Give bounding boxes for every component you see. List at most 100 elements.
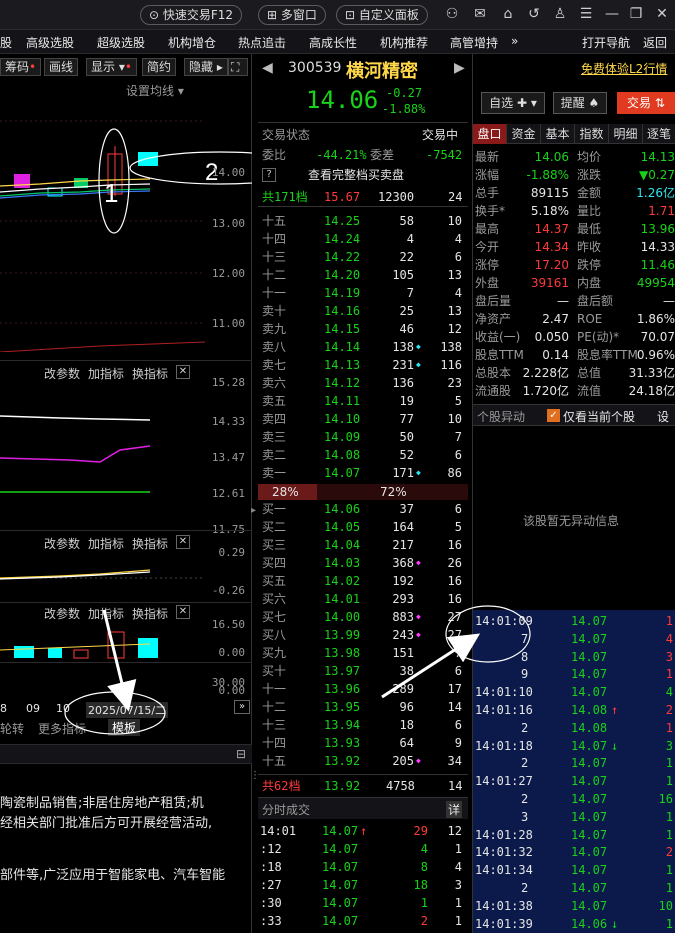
menu-icon[interactable]: ☰ — [578, 6, 594, 22]
close-icon[interactable]: ✕ — [654, 6, 670, 22]
help-icon[interactable]: ? — [262, 168, 276, 182]
edit-params-button[interactable]: 改参数 — [44, 605, 80, 622]
next-stock-icon[interactable]: ▶ — [454, 60, 465, 76]
order-level-row[interactable]: 买九 13.98 151 7 — [258, 644, 468, 662]
order-level-row[interactable]: 买七 14.00 883 ◆ 27 — [258, 608, 468, 626]
order-level-row[interactable]: 卖七 14.13 231 ◆ 116 — [258, 356, 468, 374]
order-level-row[interactable]: 十二 13.95 96 14 — [258, 698, 468, 716]
restore-icon[interactable]: ❐ — [628, 6, 644, 22]
order-level-row[interactable]: 卖二 14.08 52 6 — [258, 446, 468, 464]
minimize-icon[interactable]: — — [604, 6, 620, 22]
open-nav-link[interactable]: 打开导航 — [582, 34, 630, 51]
user-icon[interactable]: ⚇ — [444, 6, 460, 22]
order-level-row[interactable]: 卖五 14.11 19 5 — [258, 392, 468, 410]
order-level-row[interactable]: 买五 14.02 192 16 — [258, 572, 468, 590]
home-icon[interactable]: ⌂ — [500, 6, 516, 22]
sub-chart-2[interactable] — [0, 552, 205, 602]
prev-stock-icon[interactable]: ◀ — [262, 60, 273, 76]
order-level-row[interactable]: 十三 14.22 22 6 — [258, 248, 468, 266]
menu-item-exec-hold[interactable]: 高管增持 — [450, 34, 498, 51]
add-indicator-button[interactable]: 加指标 — [88, 535, 124, 552]
menu-item-hotspot[interactable]: 热点追击 — [238, 34, 286, 51]
menu-item-stock[interactable]: 股 — [0, 34, 12, 51]
order-level-row[interactable]: 卖十 14.16 25 13 — [258, 302, 468, 320]
refresh-icon[interactable]: ↺ — [526, 6, 542, 22]
order-level-row[interactable]: 卖三 14.09 50 7 — [258, 428, 468, 446]
watchlist-button[interactable]: 自选 ✚ ▾ — [481, 92, 545, 114]
add-indicator-button[interactable]: 加指标 — [88, 365, 124, 382]
tick-list[interactable]: 14:01:09 14.07 1 7 14.07 4 8 14.07 3 9 14.07 1 14:01… — [473, 610, 675, 933]
sub-chart-3[interactable] — [0, 622, 205, 662]
tab-pankou[interactable]: 盘口 — [473, 124, 507, 144]
tab-index[interactable]: 指数 — [575, 124, 609, 144]
free-l2-link[interactable]: 免费体验L2行情 — [581, 60, 667, 77]
order-level-row[interactable]: 买二 14.05 164 5 — [258, 518, 468, 536]
tab-basic[interactable]: 基本 — [541, 124, 575, 144]
order-level-row[interactable]: 买三 14.04 217 16 — [258, 536, 468, 554]
edit-params-button[interactable]: 改参数 — [44, 535, 80, 552]
menu-item-high-growth[interactable]: 高成长性 — [309, 34, 357, 51]
close-icon[interactable]: ✕ — [176, 535, 190, 549]
trade-button[interactable]: 交易 ⇅ — [617, 92, 675, 114]
order-level-row[interactable]: 卖六 14.12 136 23 — [258, 374, 468, 392]
menu-more-icon[interactable]: » — [511, 34, 518, 48]
tab-hide[interactable]: 隐藏 ▸ — [184, 58, 228, 76]
view-full-orderbook-link[interactable]: 查看完整档买卖盘 — [308, 166, 404, 184]
double-chevron-right-icon[interactable]: » — [234, 700, 250, 714]
order-level-row[interactable]: 买八 13.99 243 ◆ 27 — [258, 626, 468, 644]
switch-indicator-button[interactable]: 换指标 — [132, 605, 168, 622]
order-level-row[interactable]: 十三 13.94 18 6 — [258, 716, 468, 734]
menu-item-inst-recommend[interactable]: 机构推荐 — [380, 34, 428, 51]
back-link[interactable]: 返回 — [643, 34, 667, 51]
quick-trade-button[interactable]: ⊙ 快速交易F12 — [140, 5, 243, 25]
edit-params-button[interactable]: 改参数 — [44, 365, 80, 382]
order-level-row[interactable]: 卖四 14.10 77 10 — [258, 410, 468, 428]
tab-rotation[interactable]: 轮转 — [0, 720, 24, 737]
add-indicator-button[interactable]: 加指标 — [88, 605, 124, 622]
multi-window-button[interactable]: ⊞ 多窗口 — [258, 5, 326, 25]
view-full-row[interactable]: ? 查看完整档买卖盘 — [258, 166, 468, 184]
skin-icon[interactable]: ♙ — [552, 6, 568, 22]
order-level-row[interactable]: 卖九 14.15 46 12 — [258, 320, 468, 338]
order-level-row[interactable]: 卖八 14.14 138 ◆ 138 — [258, 338, 468, 356]
weicha-label: 委差 — [370, 148, 395, 162]
abnormal-settings-button[interactable]: 设 — [657, 408, 669, 425]
order-level-row[interactable]: 卖一 14.07 171 ◆ 86 — [258, 464, 468, 482]
order-level-row[interactable]: 十四 13.93 64 9 — [258, 734, 468, 752]
splitter-handle-icon[interactable]: ▸ — [251, 505, 256, 516]
order-level-row[interactable]: 十五 13.92 205 ◆ 34 — [258, 752, 468, 770]
sub-chart-1[interactable] — [0, 382, 205, 527]
collapse-icon[interactable]: ⊟ — [236, 747, 246, 761]
order-level-row[interactable]: 买十 13.97 38 6 — [258, 662, 468, 680]
fenshi-detail-button[interactable]: 详 — [446, 801, 463, 818]
only-current-checkbox[interactable]: ✓ — [547, 409, 560, 422]
tab-fund[interactable]: 资金 — [507, 124, 541, 144]
tab-chips[interactable]: 筹码• — [0, 58, 42, 76]
order-level-row[interactable]: 买四 14.03 368 ◆ 26 — [258, 554, 468, 572]
menu-item-advanced-select[interactable]: 高级选股 — [26, 34, 74, 51]
quote-label: 涨停 — [475, 258, 500, 272]
custom-panel-button[interactable]: ⊡ 自定义面板 — [336, 5, 428, 25]
menu-item-inst-increase[interactable]: 机构增仓 — [168, 34, 216, 51]
order-level-row[interactable]: 十五 14.25 58 10 — [258, 212, 468, 230]
tab-draw[interactable]: 画线 — [44, 58, 79, 76]
order-level-row[interactable]: 十一 13.96 289 17 — [258, 680, 468, 698]
tab-simple[interactable]: 简约 — [142, 58, 177, 76]
tab-tick[interactable]: 逐笔 — [643, 124, 675, 144]
close-icon[interactable]: ✕ — [176, 605, 190, 619]
order-level-row[interactable]: 买一 14.06 37 6 — [258, 500, 468, 518]
switch-indicator-button[interactable]: 换指标 — [132, 365, 168, 382]
switch-indicator-button[interactable]: 换指标 — [132, 535, 168, 552]
tab-detail[interactable]: 明细 — [609, 124, 643, 144]
close-icon[interactable]: ✕ — [176, 365, 190, 379]
tab-display[interactable]: 显示 ▾• — [86, 58, 137, 76]
order-level-row[interactable]: 十二 14.20 105 13 — [258, 266, 468, 284]
remind-button[interactable]: 提醒 ♠ — [553, 92, 607, 114]
mail-icon[interactable]: ✉ — [472, 6, 488, 22]
quote-value: 31.33亿 — [628, 366, 675, 380]
order-level-row[interactable]: 十四 14.24 4 4 — [258, 230, 468, 248]
order-level-row[interactable]: 买六 14.01 293 16 — [258, 590, 468, 608]
menu-item-super-select[interactable]: 超级选股 — [97, 34, 145, 51]
fullscreen-icon[interactable]: ⛶ — [228, 58, 248, 76]
order-level-row[interactable]: 十一 14.19 7 4 — [258, 284, 468, 302]
